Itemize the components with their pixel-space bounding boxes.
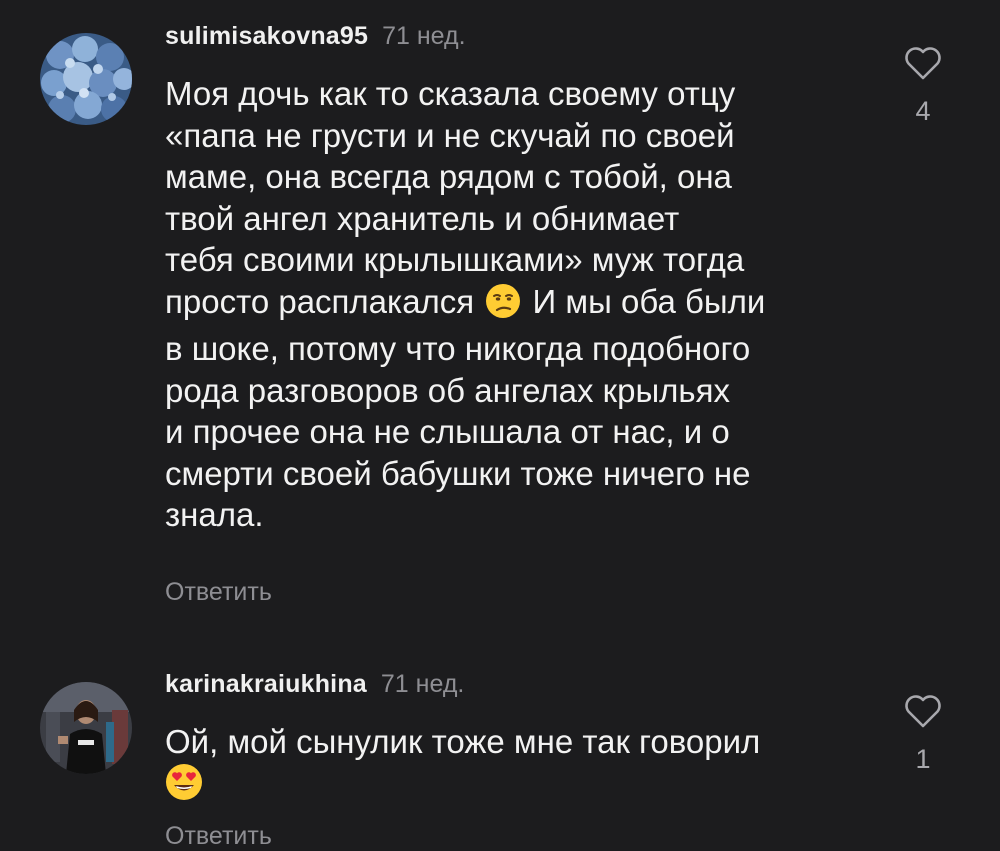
comment-line: И мы оба были [532,282,766,320]
comment-header: sulimisakovna95 71 нед. [165,22,466,51]
unamused-face-icon [485,283,521,329]
heart-icon[interactable] [898,45,948,86]
comment-line: Моя дочь как то сказала своему отцу [165,75,736,112]
like-count: 1 [915,744,931,774]
timestamp: 71 нед. [380,670,465,698]
comment-line: просто расплакался [165,282,475,320]
comment-line: твой ангел хранитель и обнимает [165,199,680,237]
avatar[interactable] [40,33,132,125]
username[interactable]: sulimisakovna95 [165,22,368,50]
comment-header: karinakraiukhina 71 нед. [165,670,464,699]
like-group: 1 [898,693,948,775]
comment-line: маме, она всегда рядом с тобой, она [165,158,732,195]
comment-line: и прочее она не слышала от нас, и о [165,413,730,450]
username[interactable]: karinakraiukhina [165,670,367,698]
comment-line: рода разговоров об ангелах крыльях [165,371,730,409]
comment-text: Моя дочь как то сказала своему отцу «пап… [165,73,865,536]
like-count: 4 [915,96,931,126]
comment-line: смерти своей бабушки тоже ничего не [165,454,751,492]
comment-line-with-emoji: просто расплакался И мы оба были [165,281,865,329]
comment-line-emoji [165,763,865,811]
reply-button[interactable]: Ответить [165,578,272,607]
comment-line: тебя своими крылышками» муж тогда [165,241,745,278]
timestamp: 71 нед. [382,22,466,50]
avatar[interactable] [40,682,132,774]
comment-line: «папа не грусти и не скучай по своей [165,116,735,154]
comment-line: Ой, мой сынулик тоже мне так говорил [165,723,761,760]
comment-line: в шоке, потому что никогда подобного [165,330,751,367]
heart-eyes-face-icon [165,763,203,811]
heart-icon[interactable] [898,693,948,734]
like-group: 4 [898,45,948,127]
reply-button[interactable]: Ответить [165,822,272,851]
comment-line: знала. [165,496,264,533]
comment-text: Ой, мой сынулик тоже мне так говорил [165,721,865,810]
